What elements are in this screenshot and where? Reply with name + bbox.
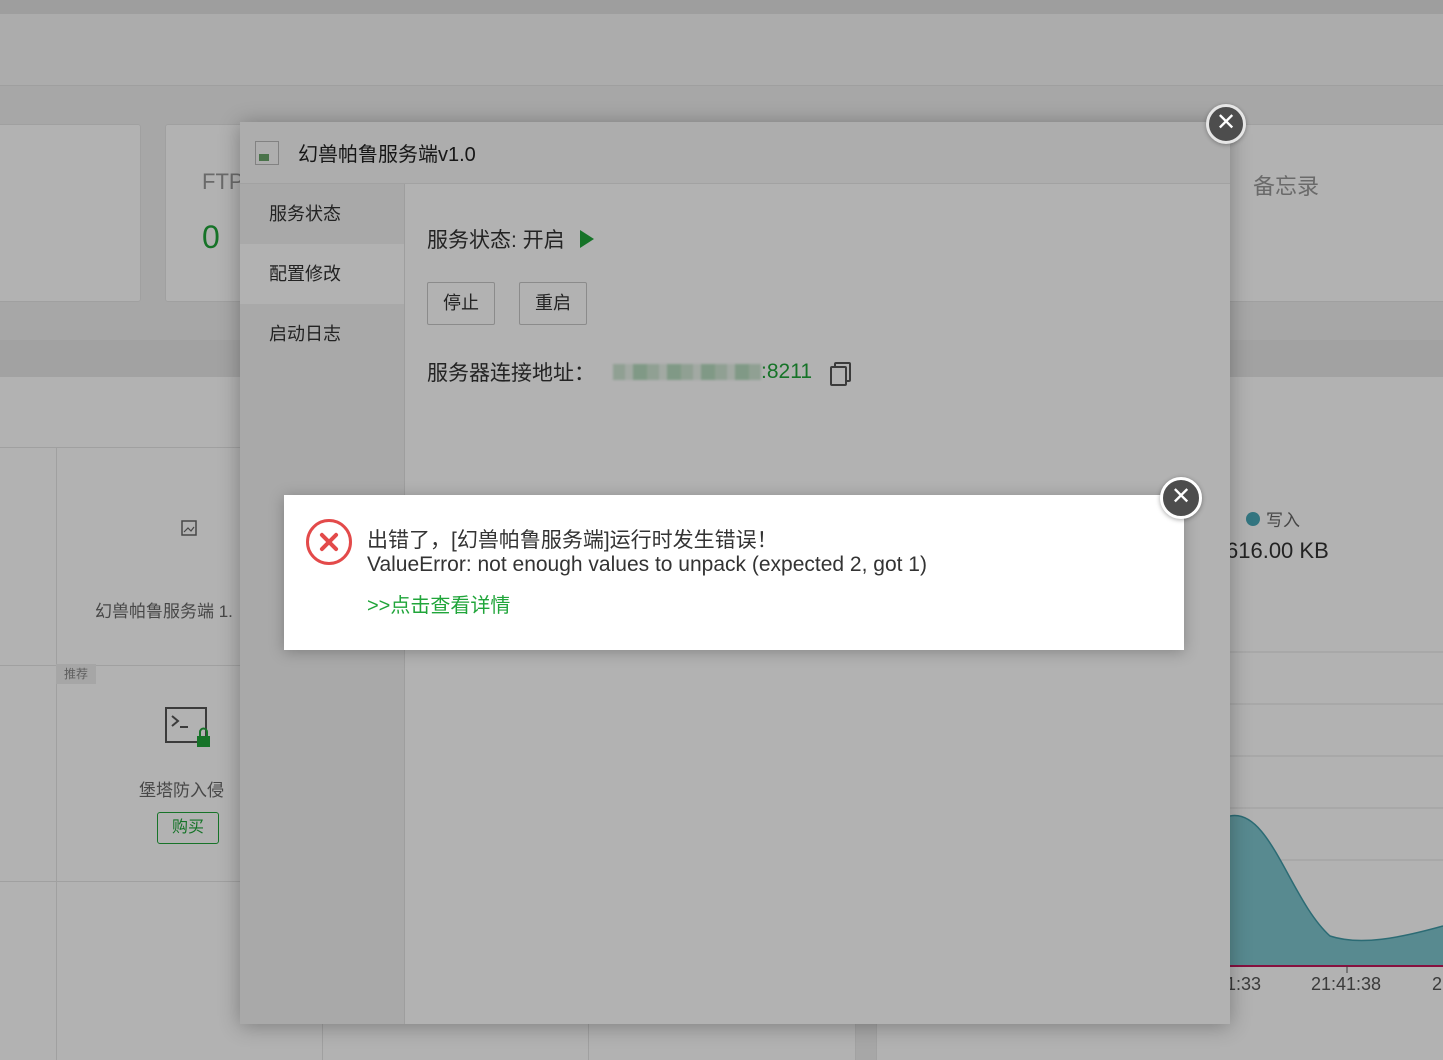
service-status: 服务状态: 开启	[427, 224, 594, 254]
service-status-text: 服务状态: 开启	[427, 229, 565, 252]
server-port: :8211	[761, 360, 812, 383]
error-detail: ValueError: not enough values to unpack …	[367, 553, 927, 576]
dialog-close-button[interactable]: ✕	[1206, 104, 1246, 144]
play-icon	[579, 230, 594, 248]
broken-image-icon	[255, 140, 279, 165]
menu-item-service-status[interactable]: 服务状态	[240, 184, 404, 244]
restart-button[interactable]: 重启	[519, 282, 587, 325]
dialog-title: 幻兽帕鲁服务端v1.0	[298, 144, 476, 166]
server-address-label: 服务器连接地址：	[427, 362, 595, 385]
error-close-button[interactable]: ✕	[1160, 477, 1202, 519]
stop-button[interactable]: 停止	[427, 282, 495, 325]
error-message-box: 出错了，[幻兽帕鲁服务端]运行时发生错误！ ValueError: not en…	[284, 495, 1184, 650]
error-icon	[306, 519, 352, 565]
copy-icon[interactable]	[830, 362, 851, 386]
error-title: 出错了，[幻兽帕鲁服务端]运行时发生错误！	[367, 529, 778, 552]
redacted-ip-address	[613, 364, 761, 380]
dialog-titlebar[interactable]: 幻兽帕鲁服务端v1.0	[240, 122, 1230, 184]
menu-item-startup-log[interactable]: 启动日志	[240, 304, 404, 364]
menu-item-config-edit[interactable]: 配置修改	[240, 244, 404, 304]
server-address: 服务器连接地址： :8211	[427, 357, 851, 387]
view-details-link[interactable]: >>点击查看详情	[367, 589, 510, 618]
